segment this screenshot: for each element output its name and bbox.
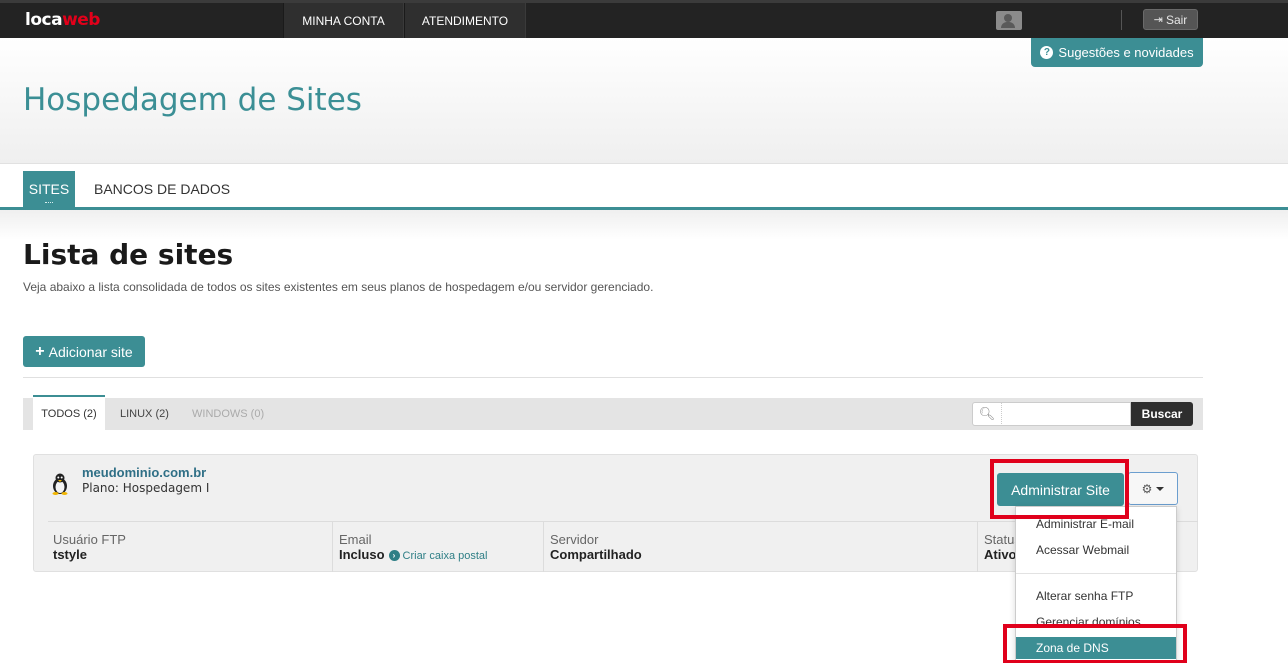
ftp-value: tstyle — [53, 547, 87, 562]
tab-bancos-de-dados[interactable]: BANCOS DE DADOS — [94, 171, 230, 207]
server-value: Compartilhado — [550, 547, 642, 562]
logo-text-loca: loca — [25, 10, 63, 30]
highlight-box-admin-site — [990, 459, 1129, 519]
logout-label: Sair — [1165, 12, 1188, 27]
section-description: Veja abaixo a lista consolidada de todos… — [23, 280, 654, 294]
arrow-right-icon: › — [388, 550, 400, 562]
add-site-label: Adicionar site — [48, 343, 133, 360]
filter-bar: TODOS (2) LINUX (2) WINDOWS (0) 🔍︎ Busca… — [23, 395, 1203, 436]
email-label: Email — [339, 532, 372, 547]
ftp-label: Usuário FTP — [53, 532, 126, 547]
tab-sites[interactable]: SITES — [23, 171, 75, 207]
email-value: Incluso — [339, 547, 385, 562]
email-cell: Email Incluso › Criar caixa postal — [334, 522, 544, 572]
menu-item-acessar-webmail[interactable]: Acessar Webmail — [1016, 539, 1176, 561]
logout-button[interactable]: ⇥ Sair — [1143, 9, 1198, 30]
suggestions-label: Sugestões e novidades — [1058, 45, 1194, 60]
linux-tux-icon — [52, 473, 68, 495]
gear-icon: ⚙ — [1141, 481, 1153, 496]
suggestions-button[interactable]: ? Sugestões e novidades — [1031, 38, 1203, 67]
top-nav: MINHA CONTA ATENDIMENTO — [283, 3, 526, 38]
plus-icon: + — [35, 342, 45, 360]
nav-atendimento[interactable]: ATENDIMENTO — [404, 3, 526, 38]
logout-icon: ⇥ — [1153, 14, 1163, 26]
site-domain-link[interactable]: meudominio.com.br — [82, 465, 206, 480]
page-title: Hospedagem de Sites — [23, 82, 362, 118]
content-shadow — [0, 210, 1288, 240]
add-site-button[interactable]: + Adicionar site — [23, 336, 145, 367]
topbar-divider — [1121, 10, 1122, 30]
question-icon: ? — [1040, 46, 1054, 59]
site-plan: Plano: Hospedagem I — [82, 481, 210, 495]
main-tabs: SITES BANCOS DE DADOS — [0, 164, 1288, 210]
highlight-box-zona-dns — [1003, 624, 1187, 663]
logo-text-web: web — [62, 10, 100, 30]
locaweb-logo[interactable]: locaweb — [25, 10, 100, 30]
filter-tab-todos[interactable]: TODOS (2) — [33, 395, 105, 436]
menu-item-alterar-senha-ftp[interactable]: Alterar senha FTP — [1016, 585, 1176, 607]
server-label: Servidor — [550, 532, 599, 547]
user-icon[interactable] — [996, 11, 1022, 30]
top-bar: locaweb MINHA CONTA ATENDIMENTO ⇥ Sair — [0, 0, 1288, 38]
search-button[interactable]: Buscar — [1131, 402, 1193, 426]
section-title: Lista de sites — [23, 238, 234, 271]
nav-minha-conta[interactable]: MINHA CONTA — [283, 3, 404, 38]
search-icon: 🔍︎ — [972, 402, 1002, 426]
email-value-row: Incluso › Criar caixa postal — [339, 547, 543, 562]
ftp-cell: Usuário FTP tstyle — [48, 522, 333, 572]
criar-caixa-postal-link[interactable]: Criar caixa postal — [403, 550, 488, 562]
menu-divider — [1016, 573, 1176, 574]
chevron-down-icon — [1156, 486, 1165, 491]
filter-tab-windows[interactable]: WINDOWS (0) — [192, 398, 264, 430]
filter-tab-linux[interactable]: LINUX (2) — [120, 398, 169, 430]
settings-dropdown-button[interactable]: ⚙ — [1128, 472, 1178, 505]
section-divider — [23, 377, 1203, 378]
search-input[interactable] — [1002, 402, 1131, 426]
server-cell: Servidor Compartilhado — [545, 522, 978, 572]
search-box: 🔍︎ Buscar — [972, 402, 1194, 426]
